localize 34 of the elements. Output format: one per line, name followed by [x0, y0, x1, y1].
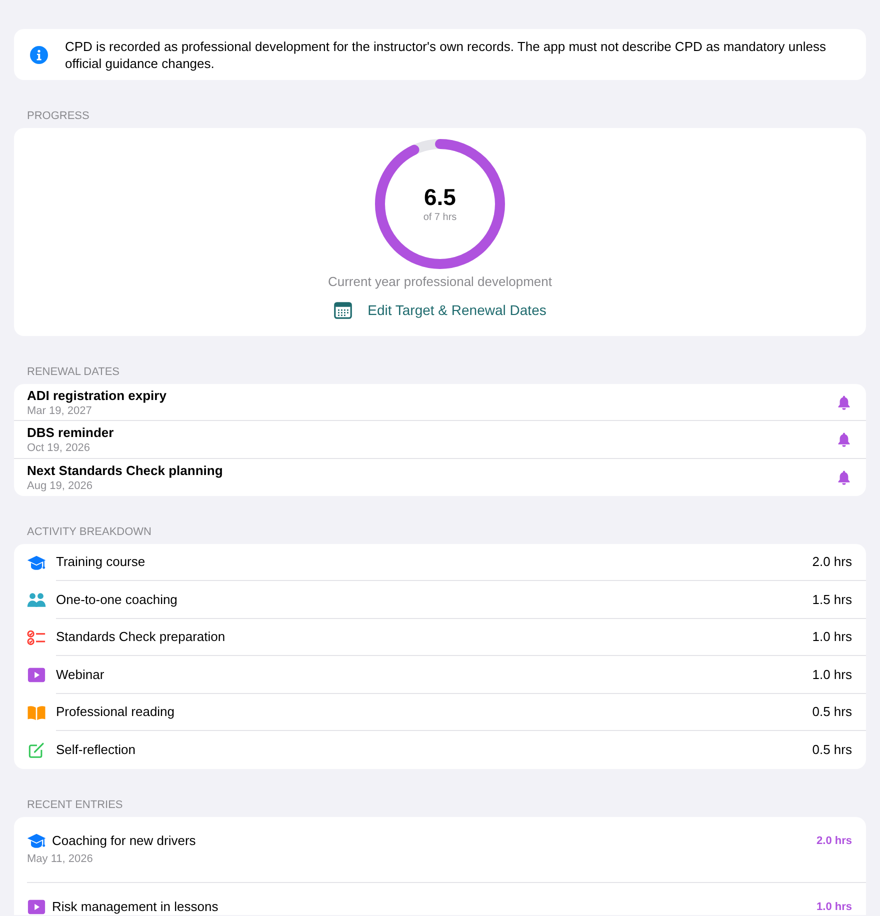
entry-title: Risk management in lessons — [52, 898, 218, 915]
activity-hours: 0.5 hrs — [812, 742, 852, 758]
entry-hours: 1.0 hrs — [816, 900, 852, 915]
renewal-date: Aug 19, 2026 — [27, 480, 92, 493]
entry-date: May 11, 2026 — [27, 852, 94, 866]
section-heading: ACTIVITY BREAKDOWN — [26, 524, 152, 539]
section-heading: RENEWAL DATES — [26, 365, 120, 379]
section-heading: PROGRESS — [26, 109, 90, 123]
activity-label: Training course — [56, 554, 146, 570]
activity-label: Professional reading — [56, 704, 175, 720]
activity-hours: 1.0 hrs — [812, 666, 852, 683]
notice-text: CPD is recorded as professional development for the instructor's own records. The app must not describe CPD as mandatory unless official guidance changes. — [65, 38, 827, 72]
calendar-icon — [334, 302, 352, 318]
activity-label: One-to-one coaching — [56, 592, 178, 608]
entry-hours: 2.0 hrs — [816, 834, 852, 849]
activity-label: Webinar — [56, 666, 104, 683]
info-icon — [30, 46, 48, 64]
renewal-date: Mar 19, 2027 — [27, 404, 92, 418]
activity-hours: 2.0 hrs — [812, 554, 852, 570]
activity-label: Standards Check preparation — [56, 629, 226, 646]
edit-dates-button[interactable]: Edit Target & Renewal Dates — [334, 300, 546, 320]
renewal-date: Oct 19, 2026 — [27, 442, 90, 455]
activity-hours: 1.0 hrs — [812, 629, 852, 646]
entry-title: Coaching for new drivers — [52, 832, 196, 849]
activity-hours: 0.5 hrs — [812, 704, 852, 720]
renewal-title: Next Standards Check planning — [27, 462, 223, 478]
progress-target: of 7 hrs — [423, 211, 457, 224]
activity-hours: 1.5 hrs — [812, 592, 852, 608]
renewal-title: ADI registration expiry — [27, 388, 166, 403]
activity-label: Self-reflection — [56, 742, 136, 758]
section-heading: RECENT ENTRIES — [26, 798, 124, 812]
progress-value: 6.5 — [424, 184, 456, 211]
progress-caption: Current year professional development — [328, 274, 552, 290]
renewal-title: DBS reminder — [27, 424, 114, 440]
